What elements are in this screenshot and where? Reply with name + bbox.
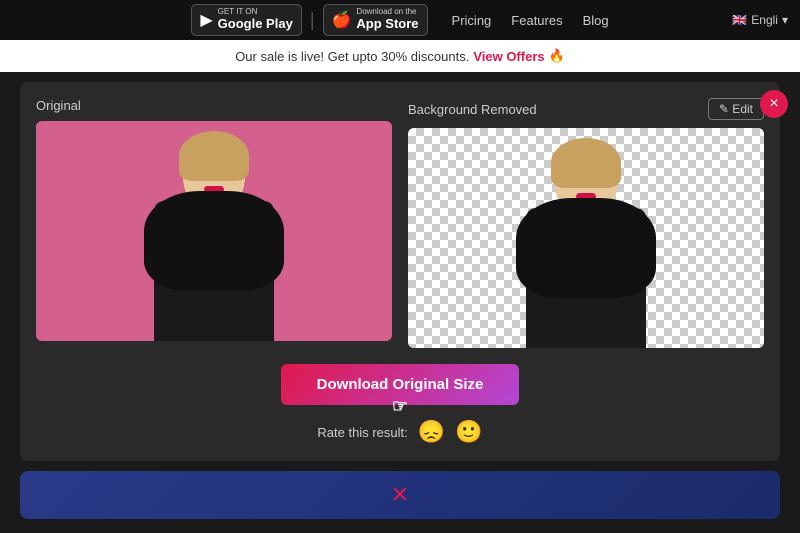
- rate-label: Rate this result:: [317, 425, 407, 440]
- nav-pricing[interactable]: Pricing: [452, 13, 492, 28]
- promo-emoji: 🔥: [549, 48, 565, 64]
- panels-row: Original: [36, 98, 764, 348]
- hair: [179, 131, 249, 181]
- sad-rating[interactable]: 😞: [418, 419, 445, 445]
- lang-label: Engli: [751, 13, 778, 27]
- bg-removed-image-box: [408, 128, 764, 348]
- download-btn-label: Download Original Size: [317, 376, 484, 393]
- nav-blog[interactable]: Blog: [583, 13, 609, 28]
- bg-removed-image: [408, 128, 764, 348]
- nav-features[interactable]: Features: [511, 13, 562, 28]
- language-selector[interactable]: 🇬🇧 Engli ▾: [720, 0, 800, 40]
- top-nav: ▶ GET IT ON Google Play | 🍎 Download on …: [0, 0, 800, 40]
- bg-removed-panel: Background Removed ✎ Edit: [408, 98, 764, 348]
- scarf: [144, 191, 284, 291]
- view-offers-link[interactable]: View Offers: [473, 49, 544, 64]
- original-panel-header: Original: [36, 98, 392, 113]
- original-label: Original: [36, 98, 81, 113]
- cursor-icon: ☞: [392, 396, 408, 417]
- promo-text: Our sale is live! Get upto 30% discounts…: [235, 49, 469, 64]
- download-section: Download Original Size ☞ Rate this resul…: [36, 364, 764, 445]
- download-btn[interactable]: Download Original Size ☞: [281, 364, 520, 405]
- original-woman-figure: [134, 131, 294, 341]
- nav-links: Pricing Features Blog: [452, 13, 609, 28]
- promo-bar: Our sale is live! Get upto 30% discounts…: [0, 40, 800, 72]
- bg-removed-panel-header: Background Removed ✎ Edit: [408, 98, 764, 120]
- rate-section: Rate this result: 😞 🙂: [317, 419, 482, 445]
- edit-button[interactable]: ✎ Edit: [708, 98, 764, 120]
- app-store-main-text: App Store: [356, 16, 418, 32]
- original-image-box: [36, 121, 392, 341]
- original-panel: Original: [36, 98, 392, 348]
- close-button[interactable]: ×: [760, 90, 788, 118]
- happy-rating[interactable]: 🙂: [455, 419, 482, 445]
- app-store-top-text: Download on the: [356, 8, 418, 16]
- app-store-btn[interactable]: 🍎 Download on the App Store: [323, 4, 428, 36]
- main-card: × Original: [20, 82, 780, 461]
- google-play-top-text: GET IT ON: [218, 8, 293, 16]
- apple-icon: 🍎: [332, 10, 352, 30]
- expand-icon[interactable]: ✕: [391, 482, 409, 508]
- bg-removed-label: Background Removed: [408, 102, 537, 117]
- scarf-copy: [516, 198, 656, 298]
- flag-icon: 🇬🇧: [732, 13, 747, 27]
- bg-removed-woman-figure: [506, 138, 666, 348]
- google-play-btn[interactable]: ▶ GET IT ON Google Play: [191, 4, 301, 36]
- bottom-panel: ✕: [20, 471, 780, 519]
- google-play-icon: ▶: [200, 10, 212, 30]
- google-play-main-text: Google Play: [218, 16, 293, 32]
- hair-copy: [551, 138, 621, 188]
- chevron-down-icon: ▾: [782, 13, 788, 27]
- nav-divider: |: [310, 10, 315, 31]
- original-image: [36, 121, 392, 341]
